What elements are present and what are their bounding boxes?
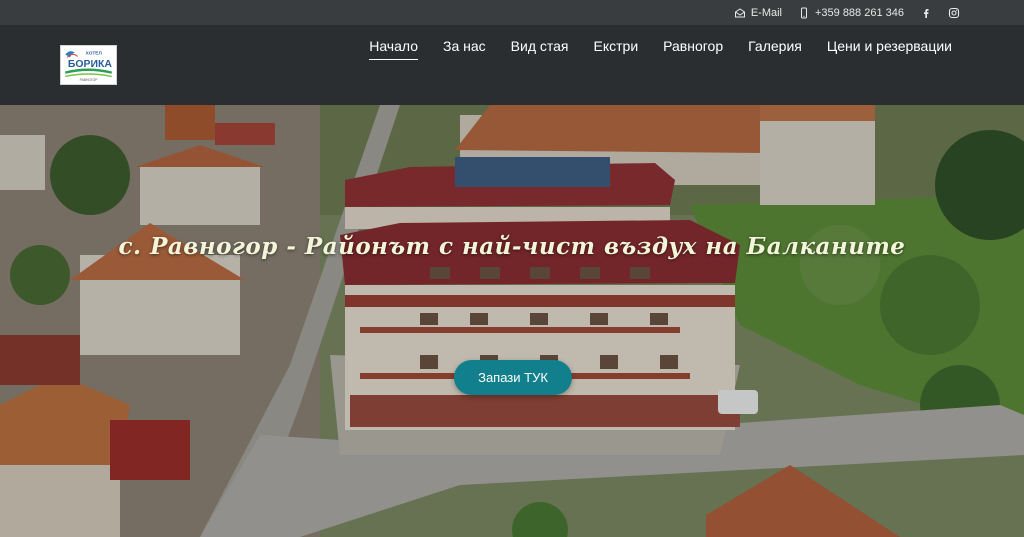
instagram-icon	[948, 7, 960, 19]
nav-item-extras[interactable]: Екстри	[594, 38, 639, 60]
instagram-link[interactable]	[948, 7, 960, 19]
contact-bar: E-Mail +359 888 261 346	[0, 0, 1024, 25]
nav-item-about[interactable]: За нас	[443, 38, 486, 60]
site-header: ХОТЕЛ БОРИКА РАВНОГОР Начало За нас Вид …	[0, 25, 1024, 105]
facebook-link[interactable]	[920, 7, 932, 19]
email-link[interactable]: E-Mail	[734, 7, 782, 19]
phone-label: +359 888 261 346	[814, 6, 904, 19]
hero-title: с. Равногор - Районът с най-чист въздух …	[118, 233, 906, 260]
logo-text-top: ХОТЕЛ	[86, 51, 103, 57]
logo-text-main: БОРИКА	[68, 59, 112, 70]
nav-item-prices-reservations[interactable]: Цени и резервации	[827, 38, 952, 60]
nav-item-gallery[interactable]: Галерия	[748, 38, 802, 60]
email-label: E-Mail	[750, 6, 782, 19]
phone-link[interactable]: +359 888 261 346	[798, 7, 904, 19]
book-here-button[interactable]: Запази ТУК	[454, 360, 572, 395]
hero-banner: с. Равногор - Районът с най-чист въздух …	[0, 105, 1024, 537]
hero-overlay	[0, 105, 1024, 537]
mobile-phone-icon	[798, 7, 810, 19]
nav-item-home[interactable]: Начало	[369, 38, 418, 60]
hotel-logo[interactable]: ХОТЕЛ БОРИКА РАВНОГОР	[60, 45, 117, 85]
envelope-icon	[734, 7, 746, 19]
nav-item-ravnogor[interactable]: Равногор	[663, 38, 723, 60]
facebook-icon	[920, 7, 932, 19]
nav-item-room-types[interactable]: Вид стая	[511, 38, 569, 60]
main-navigation: Начало За нас Вид стая Екстри Равногор Г…	[369, 38, 952, 60]
logo-text-bottom: РАВНОГОР	[80, 78, 99, 82]
